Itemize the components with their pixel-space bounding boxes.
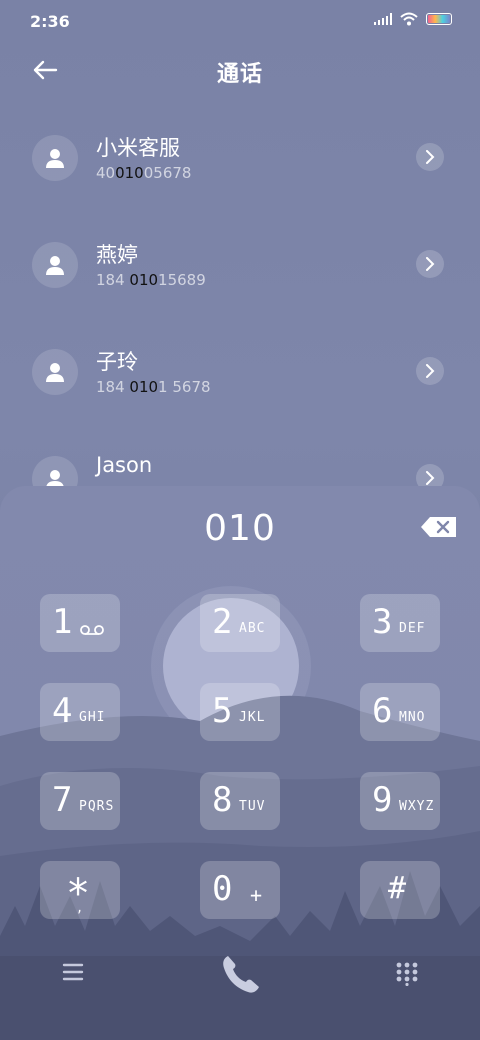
contact-number: 4001005678 — [96, 164, 192, 182]
contact-name: 燕婷 — [96, 243, 138, 267]
key-0[interactable]: 0 + — [200, 861, 280, 919]
key-7[interactable]: 7 PQRS — [40, 772, 120, 830]
key-2[interactable]: 2 ABC — [200, 594, 280, 652]
contact-list: 小米客服 4001005678 燕婷 184 01015689 子玲 184 0… — [0, 118, 480, 546]
number-match: 010 — [115, 164, 144, 182]
number-match: 010 — [129, 271, 159, 289]
key-hash[interactable]: # — [360, 861, 440, 919]
avatar-icon — [32, 135, 78, 181]
key-star[interactable]: * , — [40, 861, 120, 919]
key-5[interactable]: 5 JKL — [200, 683, 280, 741]
status-time: 2:36 — [30, 12, 70, 31]
chevron-right-icon[interactable] — [416, 357, 444, 385]
key-6[interactable]: 6 MNO — [360, 683, 440, 741]
avatar-icon — [32, 349, 78, 395]
signal-icon — [374, 13, 392, 25]
key-1[interactable]: 1 — [40, 594, 120, 652]
status-bar: 2:36 — [0, 0, 480, 40]
backspace-icon[interactable] — [420, 516, 458, 538]
key-8[interactable]: 8 TUV — [200, 772, 280, 830]
contact-row[interactable]: 子玲 184 0101 5678 — [0, 332, 480, 439]
contact-row[interactable]: 燕婷 184 01015689 — [0, 225, 480, 332]
key-3[interactable]: 3 DEF — [360, 594, 440, 652]
phone-icon[interactable] — [218, 952, 262, 996]
contact-number: 184 0101 5678 — [96, 378, 211, 396]
menu-icon[interactable] — [62, 962, 84, 982]
contact-name: 小米客服 — [96, 136, 180, 160]
bottom-bar — [0, 936, 480, 1016]
chevron-right-icon[interactable] — [416, 250, 444, 278]
chevron-right-icon[interactable] — [416, 143, 444, 171]
header: 通话 — [0, 48, 480, 94]
key-9[interactable]: 9 WXYZ — [360, 772, 440, 830]
wifi-icon — [400, 12, 418, 26]
voicemail-icon — [80, 625, 104, 635]
page-title: 通话 — [216, 62, 263, 87]
battery-icon — [426, 13, 452, 25]
contact-name: Jason — [96, 453, 153, 477]
dialed-number: 010 — [204, 508, 276, 549]
key-4[interactable]: 4 GHI — [40, 683, 120, 741]
contact-name: 子玲 — [96, 350, 138, 374]
dialpad-icon[interactable] — [396, 962, 418, 986]
contact-row[interactable]: 小米客服 4001005678 — [0, 118, 480, 225]
number-match: 010 — [129, 378, 159, 396]
system-icons — [374, 12, 452, 26]
avatar-icon — [32, 242, 78, 288]
contact-number: 184 01015689 — [96, 271, 206, 289]
